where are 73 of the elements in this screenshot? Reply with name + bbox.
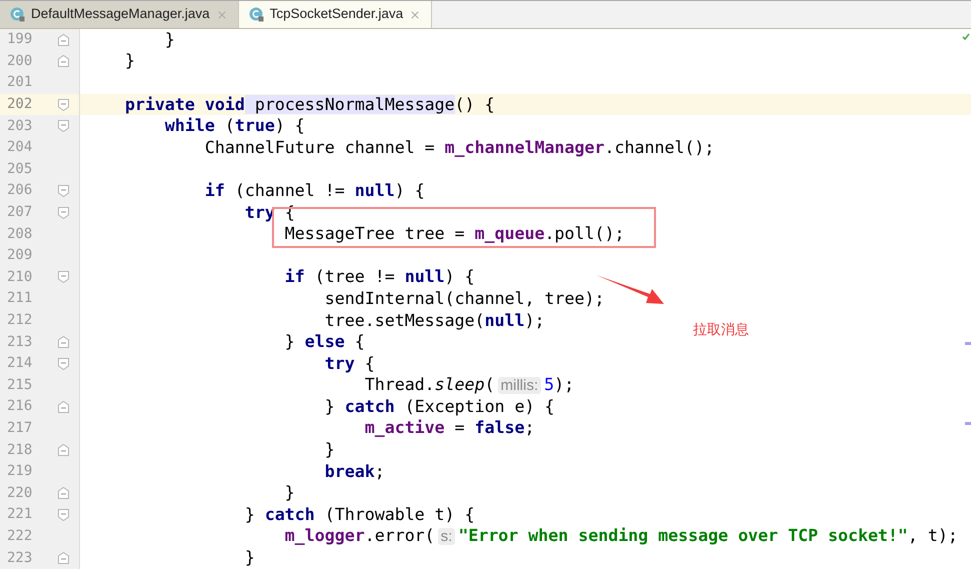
line-number: 214 bbox=[6, 354, 34, 374]
code-line: break; bbox=[324, 462, 385, 482]
line-number: 206 bbox=[6, 181, 34, 200]
class-file-icon bbox=[10, 7, 25, 22]
code-line: } bbox=[284, 483, 295, 504]
code-line: tree.setMessage(null); bbox=[324, 310, 545, 331]
fold-icon[interactable] bbox=[58, 98, 69, 111]
editor-tab[interactable]: DefaultMessageManager.java bbox=[0, 1, 239, 28]
line-number: 199 bbox=[6, 30, 34, 50]
code-line: } bbox=[164, 30, 175, 50]
code-line: try { bbox=[324, 354, 375, 374]
line-number: 207 bbox=[6, 203, 34, 222]
code-line: ChannelFuture channel = m_channelManager.channel(); bbox=[204, 138, 714, 158]
code-line: } bbox=[124, 51, 135, 72]
line-number: 222 bbox=[6, 526, 34, 546]
line-number: 221 bbox=[6, 505, 34, 524]
fold-icon[interactable] bbox=[58, 206, 69, 219]
code-line: } bbox=[324, 440, 335, 460]
annotation-label: 拉取消息 bbox=[693, 320, 749, 339]
line-number: 220 bbox=[6, 484, 34, 503]
fold-icon[interactable] bbox=[58, 55, 69, 68]
line-number: 217 bbox=[6, 418, 34, 438]
fold-icon[interactable] bbox=[58, 400, 69, 413]
fold-icon[interactable] bbox=[58, 336, 69, 348]
line-number: 218 bbox=[6, 440, 34, 460]
line-number: 213 bbox=[6, 332, 34, 352]
tab-label: TcpSocketSender.java bbox=[270, 5, 404, 24]
line-number: 204 bbox=[6, 138, 34, 158]
scroll-marker bbox=[965, 342, 971, 345]
code-line: } else { bbox=[284, 332, 365, 352]
code-line: if (tree != null) { bbox=[284, 267, 475, 288]
code-line: if (channel != null) { bbox=[204, 180, 425, 201]
line-number: 211 bbox=[6, 289, 34, 308]
code-line: while (true) { bbox=[164, 116, 305, 136]
parameter-hint: millis: bbox=[498, 376, 542, 394]
code-line: } catch (Exception e) { bbox=[324, 396, 555, 417]
line-number: 210 bbox=[6, 268, 34, 287]
parameter-hint: s: bbox=[438, 528, 456, 545]
line-number: 223 bbox=[6, 548, 34, 568]
line-number: 203 bbox=[6, 116, 34, 136]
code-line: Thread.sleep( millis: 5); bbox=[364, 374, 574, 396]
line-number: 208 bbox=[6, 224, 34, 244]
code-line: m_active = false; bbox=[364, 418, 535, 438]
fold-icon[interactable] bbox=[58, 487, 69, 500]
fold-icon[interactable] bbox=[58, 508, 69, 521]
fold-icon[interactable] bbox=[58, 184, 69, 197]
fold-icon[interactable] bbox=[58, 34, 69, 46]
fold-icon[interactable] bbox=[58, 444, 69, 456]
close-icon[interactable] bbox=[409, 8, 422, 20]
line-number: 219 bbox=[6, 462, 34, 482]
class-file-icon bbox=[248, 7, 264, 22]
code-line: } bbox=[244, 548, 255, 568]
scroll-marker bbox=[965, 422, 971, 425]
line-number: 201 bbox=[6, 73, 34, 92]
close-icon[interactable] bbox=[216, 8, 228, 20]
code-line: m_logger.error( s: "Error when sending message over TCP socket!", t); bbox=[284, 526, 958, 547]
fold-icon[interactable] bbox=[58, 271, 69, 284]
fold-icon[interactable] bbox=[58, 358, 69, 370]
check-icon bbox=[962, 33, 970, 41]
code-line: private void processNormalMessage() { bbox=[124, 94, 495, 115]
line-number: 215 bbox=[6, 376, 34, 395]
line-number: 216 bbox=[6, 397, 34, 416]
line-number: 209 bbox=[6, 246, 34, 266]
code-line: sendInternal(channel, tree); bbox=[324, 288, 604, 309]
line-number: 212 bbox=[6, 311, 34, 330]
tab-label: DefaultMessageManager.java bbox=[31, 5, 210, 24]
editor-tab[interactable]: TcpSocketSender.java bbox=[238, 1, 432, 28]
fold-icon[interactable] bbox=[58, 120, 69, 132]
line-number: 200 bbox=[6, 52, 34, 71]
code-line: MessageTree tree = m_queue.poll(); bbox=[284, 224, 624, 244]
code-line: } catch (Throwable t) { bbox=[244, 504, 475, 525]
line-number: 205 bbox=[6, 160, 34, 179]
fold-icon[interactable] bbox=[58, 552, 69, 564]
